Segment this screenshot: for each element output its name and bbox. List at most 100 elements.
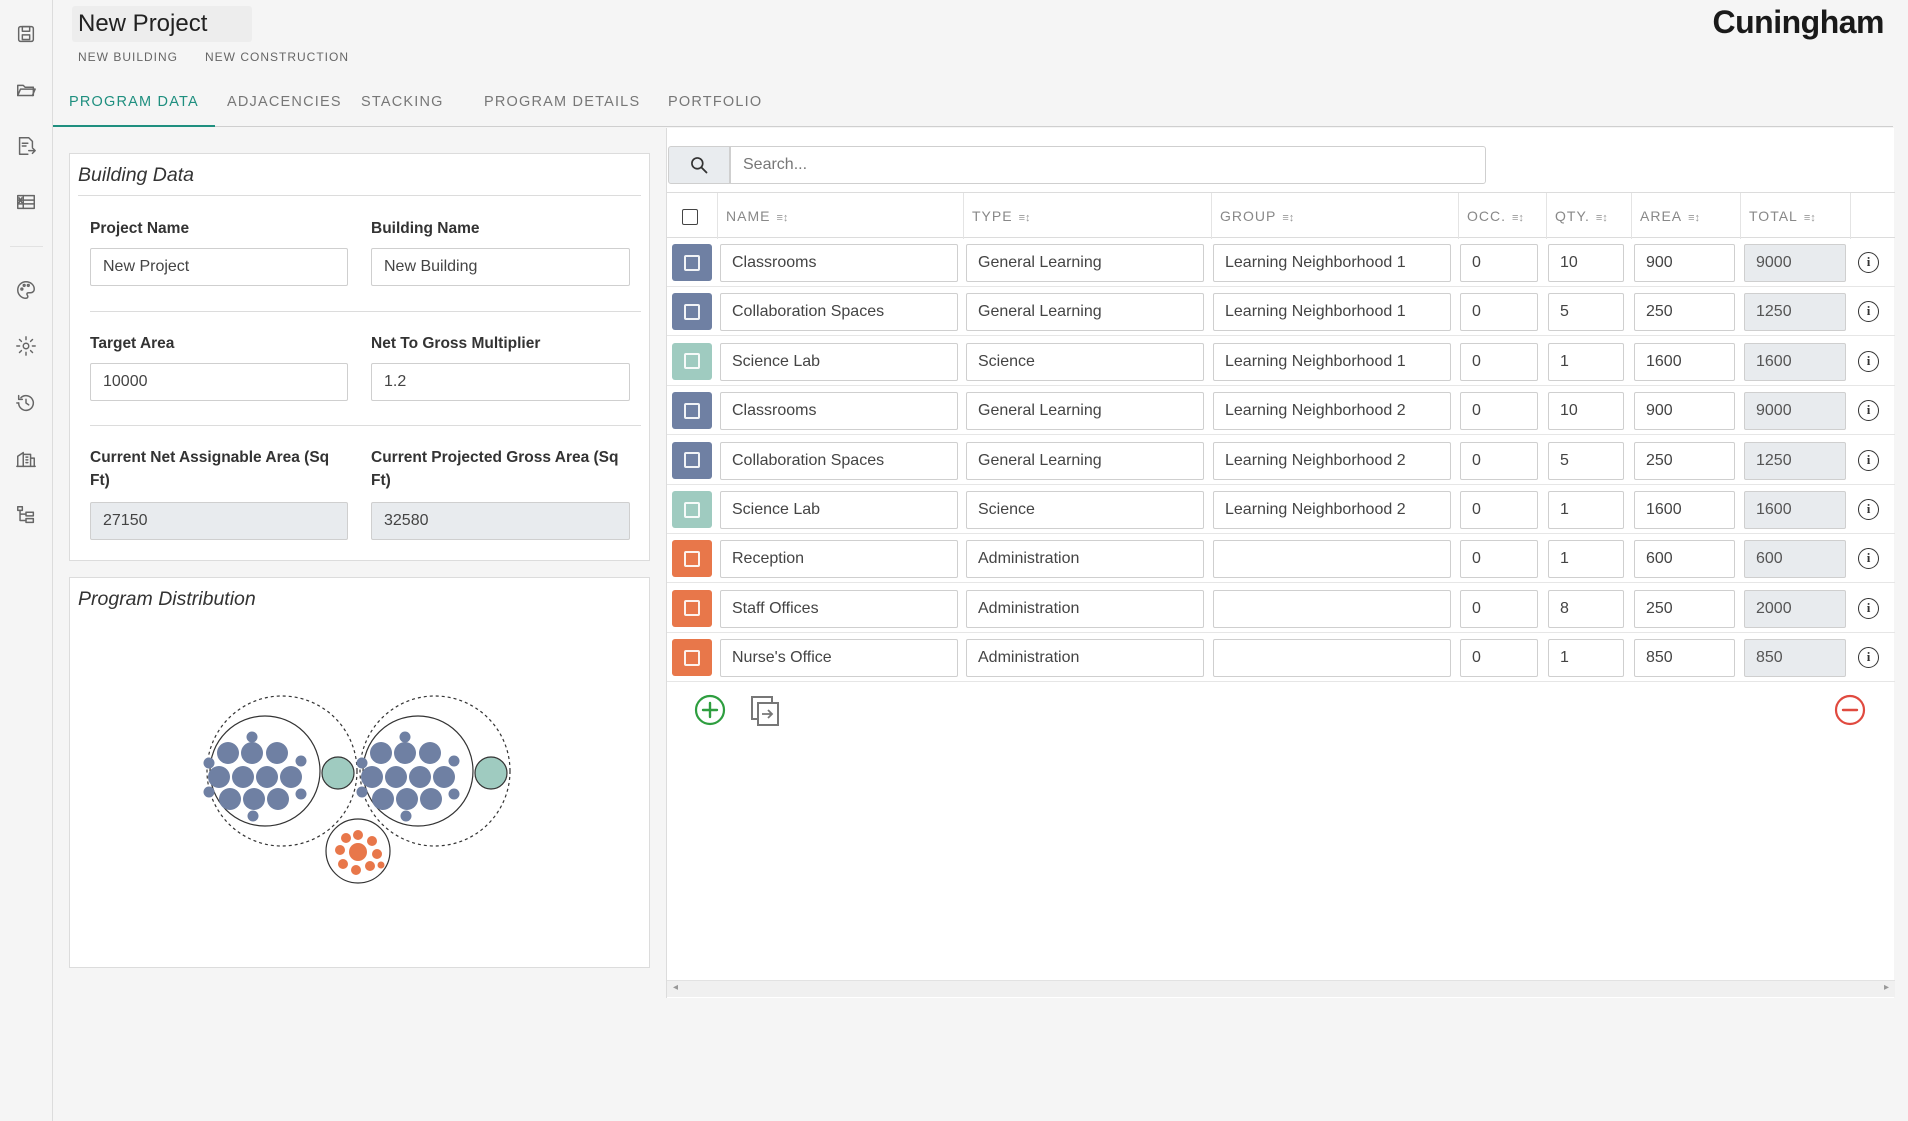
select-all-checkbox[interactable] xyxy=(682,209,698,225)
info-icon[interactable]: i xyxy=(1858,597,1879,619)
horizontal-scrollbar[interactable]: ◂ ▸ xyxy=(667,980,1895,997)
info-icon[interactable]: i xyxy=(1858,301,1879,323)
type-cell[interactable]: Administration xyxy=(966,540,1204,579)
area-cell[interactable]: 1600 xyxy=(1634,491,1735,529)
name-cell[interactable]: Classrooms xyxy=(720,244,958,282)
column-header-name[interactable]: NAME ≡↕ xyxy=(717,193,963,239)
search-button[interactable] xyxy=(668,146,730,184)
name-cell[interactable]: Science Lab xyxy=(720,342,958,381)
color-swatch-checkbox[interactable] xyxy=(672,589,712,627)
column-header-group[interactable]: GROUP ≡↕ xyxy=(1211,193,1458,239)
qty-cell[interactable]: 1 xyxy=(1548,639,1624,678)
occ-cell[interactable]: 0 xyxy=(1460,244,1538,282)
occ-cell[interactable]: 0 xyxy=(1460,342,1538,381)
column-header-occ[interactable]: OCC. ≡↕ xyxy=(1458,193,1546,239)
name-cell[interactable]: Science Lab xyxy=(720,491,958,529)
info-icon[interactable]: i xyxy=(1858,647,1879,669)
occ-cell[interactable]: 0 xyxy=(1460,491,1538,529)
area-cell[interactable]: 850 xyxy=(1634,639,1735,678)
area-cell[interactable]: 250 xyxy=(1634,589,1735,628)
occ-cell[interactable]: 0 xyxy=(1460,392,1538,431)
qty-cell[interactable]: 10 xyxy=(1548,392,1624,431)
name-cell[interactable]: Staff Offices xyxy=(720,589,958,628)
qty-cell[interactable]: 8 xyxy=(1548,589,1624,628)
occ-cell[interactable]: 0 xyxy=(1460,441,1538,480)
info-icon[interactable]: i xyxy=(1858,499,1879,520)
column-header-qty[interactable]: QTY. ≡↕ xyxy=(1546,193,1631,239)
group-cell[interactable]: Learning Neighborhood 1 xyxy=(1213,244,1451,282)
hierarchy-icon[interactable] xyxy=(12,501,40,529)
multiplier-input[interactable]: 1.2 xyxy=(371,363,630,401)
project-name-input[interactable]: New Project xyxy=(90,248,348,286)
color-swatch-checkbox[interactable] xyxy=(672,491,712,528)
type-cell[interactable]: General Learning xyxy=(966,244,1204,282)
occ-cell[interactable]: 0 xyxy=(1460,293,1538,332)
tab-portfolio[interactable]: PORTFOLIO xyxy=(652,82,778,127)
type-cell[interactable]: Science xyxy=(966,342,1204,381)
buildings-icon[interactable] xyxy=(12,445,40,473)
area-cell[interactable]: 900 xyxy=(1634,392,1735,431)
palette-icon[interactable] xyxy=(12,276,40,304)
color-swatch-checkbox[interactable] xyxy=(672,392,712,430)
occ-cell[interactable]: 0 xyxy=(1460,589,1538,628)
column-header-total[interactable]: TOTAL ≡↕ xyxy=(1740,193,1850,239)
export-icon[interactable] xyxy=(12,132,40,160)
name-cell[interactable]: Nurse's Office xyxy=(720,639,958,678)
group-cell[interactable]: Learning Neighborhood 2 xyxy=(1213,392,1451,431)
group-cell[interactable] xyxy=(1213,589,1451,628)
name-cell[interactable]: Collaboration Spaces xyxy=(720,441,958,480)
group-cell[interactable] xyxy=(1213,540,1451,579)
search-input[interactable] xyxy=(730,146,1486,184)
name-cell[interactable]: Reception xyxy=(720,540,958,579)
excel-icon[interactable] xyxy=(12,188,40,216)
info-icon[interactable]: i xyxy=(1858,252,1879,273)
group-cell[interactable]: Learning Neighborhood 2 xyxy=(1213,491,1451,529)
building-name-input[interactable]: New Building xyxy=(371,248,630,286)
scroll-left-icon[interactable]: ◂ xyxy=(673,982,678,993)
area-cell[interactable]: 250 xyxy=(1634,293,1735,332)
group-cell[interactable]: Learning Neighborhood 2 xyxy=(1213,441,1451,480)
info-icon[interactable]: i xyxy=(1858,449,1879,471)
area-cell[interactable]: 900 xyxy=(1634,244,1735,282)
add-row-button[interactable] xyxy=(694,694,726,731)
type-cell[interactable]: Administration xyxy=(966,589,1204,628)
duplicate-row-button[interactable] xyxy=(749,694,781,733)
qty-cell[interactable]: 5 xyxy=(1548,293,1624,332)
qty-cell[interactable]: 5 xyxy=(1548,441,1624,480)
occ-cell[interactable]: 0 xyxy=(1460,639,1538,678)
color-swatch-checkbox[interactable] xyxy=(672,342,712,380)
tab-program-data[interactable]: PROGRAM DATA xyxy=(53,82,215,127)
color-swatch-checkbox[interactable] xyxy=(672,639,712,677)
column-header-area[interactable]: AREA ≡↕ xyxy=(1631,193,1740,239)
tab-adjacencies[interactable]: ADJACENCIES xyxy=(211,82,358,127)
history-icon[interactable] xyxy=(12,389,40,417)
qty-cell[interactable]: 1 xyxy=(1548,342,1624,381)
color-swatch-checkbox[interactable] xyxy=(672,244,712,281)
info-icon[interactable]: i xyxy=(1858,400,1879,422)
project-title[interactable]: New Project xyxy=(72,6,252,42)
type-cell[interactable]: General Learning xyxy=(966,441,1204,480)
type-cell[interactable]: Science xyxy=(966,491,1204,529)
color-swatch-checkbox[interactable] xyxy=(672,293,712,331)
name-cell[interactable]: Classrooms xyxy=(720,392,958,431)
area-cell[interactable]: 600 xyxy=(1634,540,1735,579)
area-cell[interactable]: 1600 xyxy=(1634,342,1735,381)
type-cell[interactable]: General Learning xyxy=(966,392,1204,431)
info-icon[interactable]: i xyxy=(1858,350,1879,372)
qty-cell[interactable]: 1 xyxy=(1548,540,1624,579)
qty-cell[interactable]: 10 xyxy=(1548,244,1624,282)
area-cell[interactable]: 250 xyxy=(1634,441,1735,480)
info-icon[interactable]: i xyxy=(1858,548,1879,570)
column-header-type[interactable]: TYPE ≡↕ xyxy=(963,193,1211,239)
tab-stacking[interactable]: STACKING xyxy=(345,82,460,127)
scroll-right-icon[interactable]: ▸ xyxy=(1884,982,1889,993)
qty-cell[interactable]: 1 xyxy=(1548,491,1624,529)
color-swatch-checkbox[interactable] xyxy=(672,441,712,479)
tab-program-details[interactable]: PROGRAM DETAILS xyxy=(468,82,656,127)
folder-open-icon[interactable] xyxy=(12,76,40,104)
target-area-input[interactable]: 10000 xyxy=(90,363,348,401)
occ-cell[interactable]: 0 xyxy=(1460,540,1538,579)
type-cell[interactable]: General Learning xyxy=(966,293,1204,332)
name-cell[interactable]: Collaboration Spaces xyxy=(720,293,958,332)
group-cell[interactable]: Learning Neighborhood 1 xyxy=(1213,293,1451,332)
